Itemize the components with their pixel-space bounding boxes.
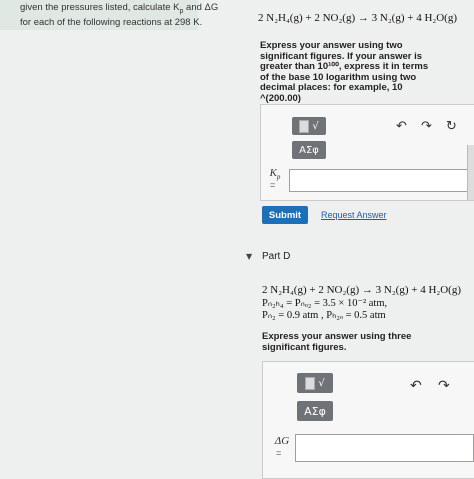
submit-button[interactable]: Submit — [262, 206, 308, 224]
redo-icon[interactable]: ↷ — [421, 119, 432, 134]
kp-equals: = — [270, 180, 276, 190]
partd-collapse-caret-icon[interactable]: ▼ — [246, 252, 252, 261]
partc-equation: 2 N₂H₄(g) + 2 NO₂(g) → 3 N₂(g) + 4 H₂O(g… — [258, 12, 457, 24]
partc-instruction-line: ^(200.00) — [260, 92, 301, 104]
greek-symbols-button[interactable]: AΣφ — [297, 401, 333, 421]
matrix-block-icon — [299, 119, 310, 133]
partc-instruction-line: Express your answer using two — [260, 40, 403, 51]
problem-intro: given the pressures listed, calculate Kp… — [0, 0, 218, 30]
intro-line1-tail: and ΔG — [183, 2, 219, 13]
intro-line2: for each of the following reactions at 2… — [20, 16, 203, 28]
greek-symbols-button[interactable]: AΣφ — [292, 141, 326, 159]
delta-g-equals: = — [276, 448, 282, 458]
partd-title[interactable]: Part D — [262, 251, 290, 262]
partc-instructions: Express your answer using two significan… — [260, 40, 429, 104]
partc-instruction-line: decimal places: for example, 10 — [260, 82, 403, 93]
delta-g-label: ΔG — [274, 435, 290, 447]
panel-scroll-edge — [467, 145, 474, 200]
matrix-block-icon — [305, 376, 316, 390]
partd-instruction-line: significant figures. — [262, 341, 347, 353]
partd-instructions: Express your answer using three signific… — [262, 331, 412, 353]
reset-icon[interactable]: ↻ — [446, 119, 457, 134]
partd-instruction-line: Express your answer using three — [262, 331, 412, 342]
intro-line1: given the pressures listed, calculate K — [20, 2, 180, 13]
radical-icon: √ — [318, 377, 325, 389]
templates-button[interactable]: √ — [297, 373, 333, 393]
redo-icon[interactable]: ↷ — [438, 378, 450, 394]
request-answer-link[interactable]: Request Answer — [321, 210, 387, 220]
partd-pressure-line2: Pₙ₂ = 0.9 atm , Pₕ₂ₒ = 0.5 atm — [262, 310, 386, 321]
kp-answer-input[interactable] — [289, 169, 474, 192]
radical-icon: √ — [312, 120, 319, 132]
partd-pressure-line1: Pₙ₂ₕ₄ = Pₙₒ₂ = 3.5 × 10⁻² atm, — [262, 298, 388, 309]
delta-g-answer-input[interactable] — [295, 434, 474, 462]
undo-icon[interactable]: ↶ — [410, 378, 422, 394]
templates-button[interactable]: √ — [292, 117, 326, 135]
partd-equation: 2 N₂H₄(g) + 2 NO₂(g) → 3 N₂(g) + 4 H₂O(g… — [262, 284, 461, 296]
partc-instruction-line: greater than 10¹⁰⁰, express it in terms — [260, 61, 429, 72]
undo-icon[interactable]: ↶ — [396, 119, 407, 134]
